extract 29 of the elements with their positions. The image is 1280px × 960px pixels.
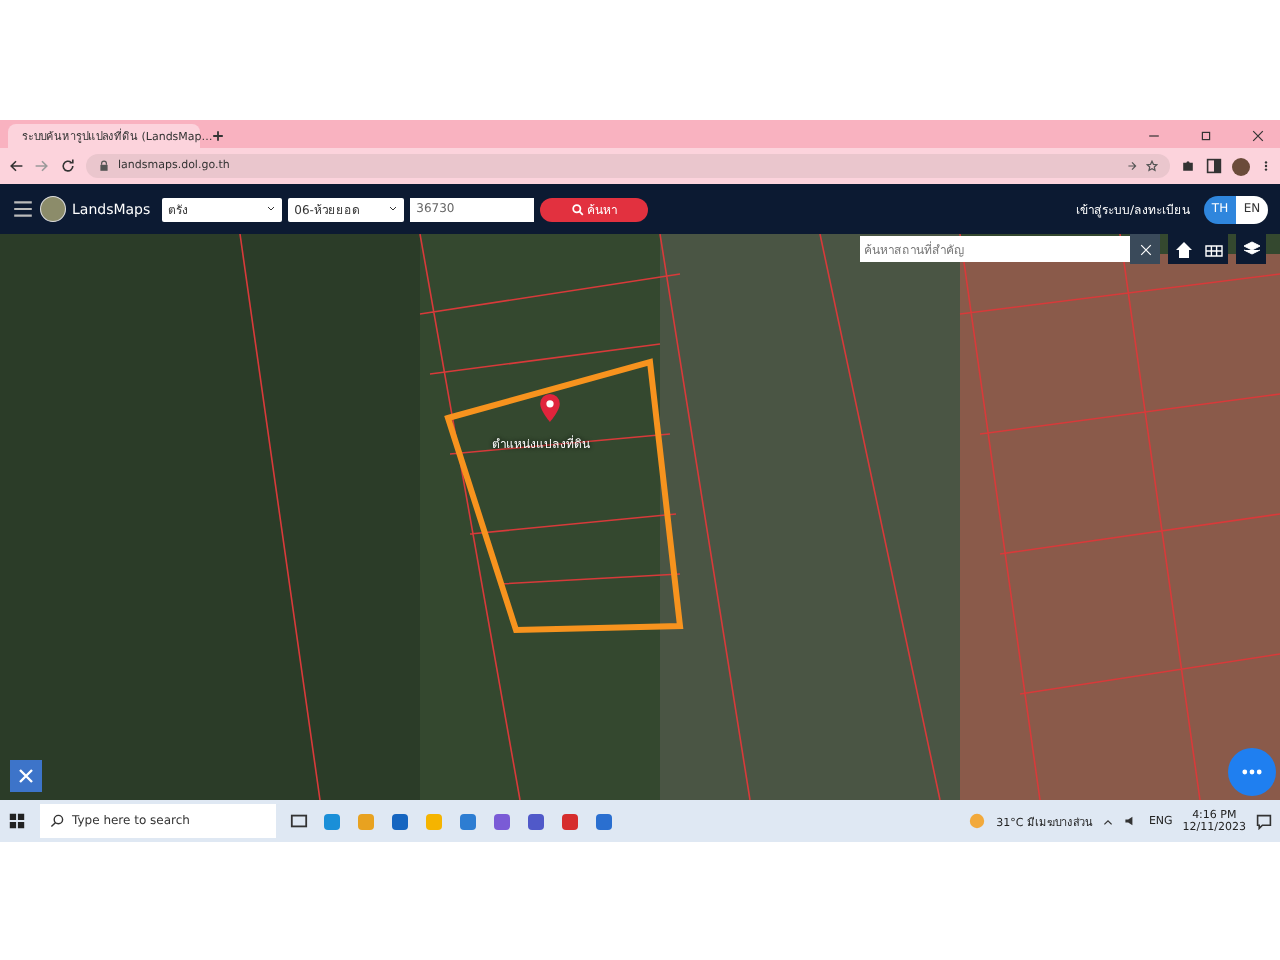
close-icon xyxy=(1139,243,1151,255)
maximize-icon[interactable] xyxy=(1200,130,1212,142)
plus-icon[interactable] xyxy=(212,130,224,142)
avatar-icon[interactable] xyxy=(1232,157,1250,175)
back-icon[interactable] xyxy=(8,158,24,174)
share-icon[interactable] xyxy=(1126,160,1138,172)
reload-icon[interactable] xyxy=(60,158,76,174)
notification-icon[interactable] xyxy=(1256,813,1272,829)
minimize-icon[interactable] xyxy=(1148,130,1160,142)
search-icon xyxy=(50,814,64,828)
star-icon[interactable] xyxy=(1146,160,1158,172)
sidebar-icon[interactable] xyxy=(1206,158,1222,174)
tools-button[interactable] xyxy=(10,760,42,792)
lock-icon xyxy=(98,160,110,172)
layers-button[interactable] xyxy=(1236,234,1266,264)
grid-icon xyxy=(1203,239,1223,259)
task-view-icon[interactable] xyxy=(290,812,308,830)
weather-icon xyxy=(968,812,987,830)
home-icon xyxy=(1173,239,1193,259)
layers-icon xyxy=(1241,239,1261,259)
search-icon xyxy=(571,203,584,215)
logo-icon xyxy=(40,196,66,222)
menu-icon[interactable] xyxy=(1260,160,1272,172)
close-icon[interactable] xyxy=(1252,130,1264,142)
menu-icon[interactable] xyxy=(12,198,34,220)
chevron-icon[interactable] xyxy=(1102,815,1115,827)
windows-icon[interactable] xyxy=(8,812,26,830)
clear-button[interactable] xyxy=(1130,234,1160,264)
map-pin-icon xyxy=(536,394,564,422)
